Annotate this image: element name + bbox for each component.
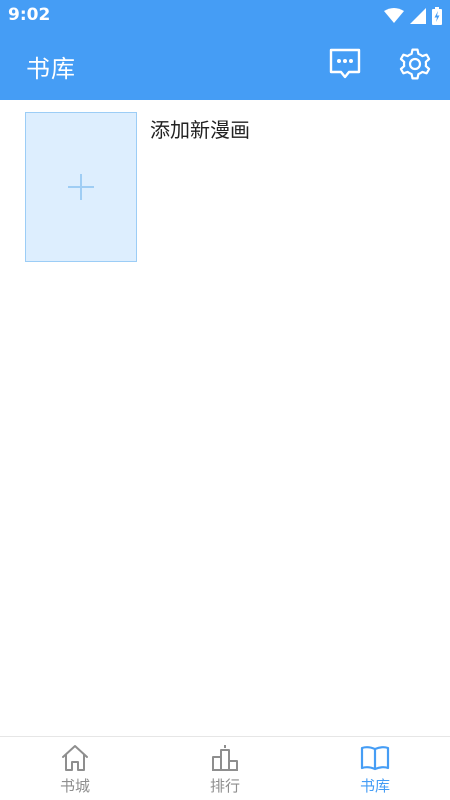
nav-label-library: 书库 <box>359 777 390 795</box>
book-open-icon <box>360 743 390 773</box>
gear-icon <box>397 46 433 86</box>
home-icon <box>60 743 90 773</box>
nav-item-ranking[interactable]: 排行 <box>150 737 300 800</box>
settings-button[interactable] <box>394 45 436 87</box>
battery-charging-icon <box>432 7 442 25</box>
app-bar: 书库 <box>0 32 450 100</box>
status-bar: 9:02 <box>0 0 450 32</box>
cell-signal-icon <box>410 8 426 24</box>
nav-item-bookstore[interactable]: 书城 <box>0 737 150 800</box>
message-button[interactable] <box>324 45 366 87</box>
page-title: 书库 <box>26 55 76 83</box>
status-time: 9:02 <box>8 5 51 25</box>
plus-icon <box>68 174 94 200</box>
wifi-icon <box>384 8 404 24</box>
add-comic-cover[interactable] <box>25 112 137 262</box>
status-icons <box>384 6 442 26</box>
ranking-icon <box>211 743 239 773</box>
add-comic-label[interactable]: 添加新漫画 <box>150 114 250 143</box>
screen: 9:02 书库 添加新漫画 书城 排行 书库 <box>0 0 450 800</box>
library-content: 添加新漫画 <box>0 100 450 736</box>
bottom-nav: 书城 排行 书库 <box>0 736 450 800</box>
message-icon <box>328 48 362 84</box>
nav-label-ranking: 排行 <box>209 777 240 795</box>
nav-label-bookstore: 书城 <box>59 777 90 795</box>
nav-item-library[interactable]: 书库 <box>300 737 450 800</box>
